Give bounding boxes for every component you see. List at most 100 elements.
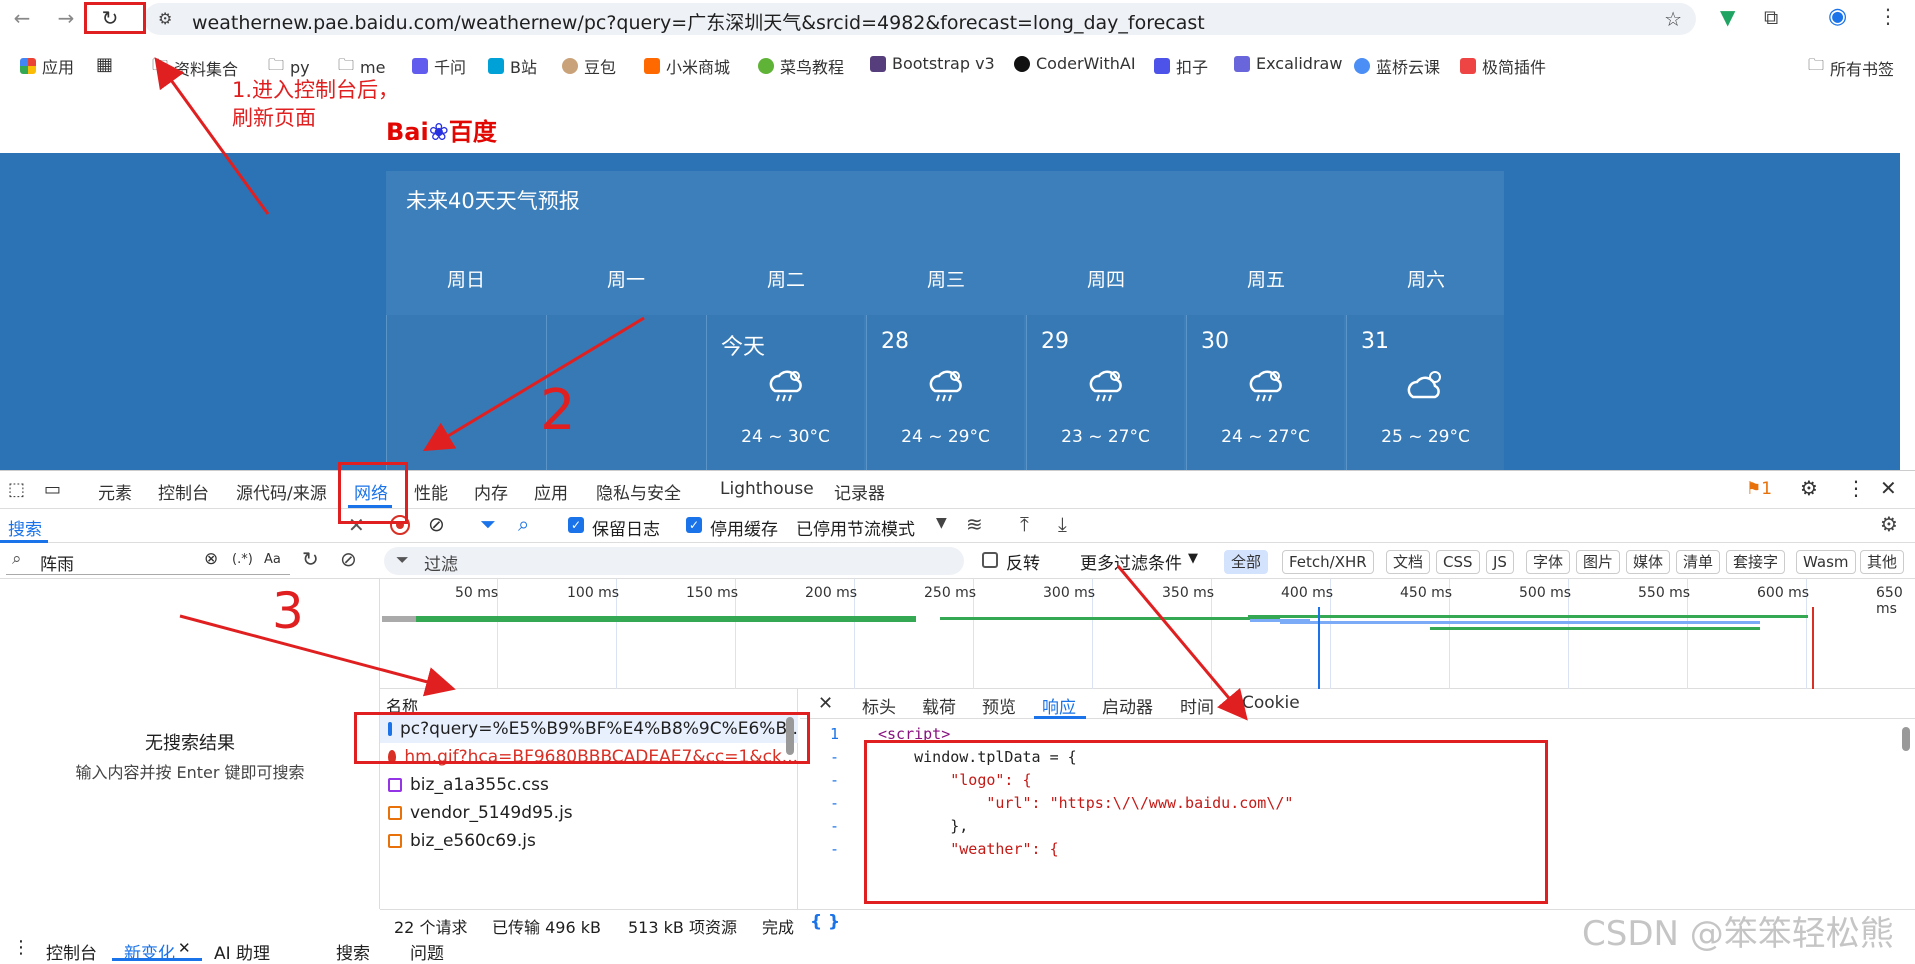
more-filters-dropdown[interactable]: 更多过滤条件 (1080, 549, 1182, 574)
more-options-icon[interactable]: ⋮ (1846, 476, 1866, 500)
bookmark-xiaomi[interactable]: 小米商城 (644, 54, 730, 78)
tab-lighthouse[interactable]: Lighthouse (720, 479, 814, 499)
day-cell[interactable]: 29 23 ~ 27°C (1026, 315, 1184, 470)
extensions-icon[interactable]: ⧉ (1764, 5, 1778, 29)
tab-application[interactable]: 应用 (534, 479, 568, 504)
back-icon[interactable]: ← (10, 6, 34, 30)
settings-icon[interactable]: ⚙ (1800, 476, 1818, 500)
refresh-search-icon[interactable]: ↻ (302, 547, 319, 571)
tab-preview[interactable]: 预览 (982, 693, 1016, 718)
type-filter-media[interactable]: 媒体 (1626, 550, 1671, 574)
bookmark-bootstrap[interactable]: Bootstrap v3 (870, 54, 995, 73)
browser-menu-icon[interactable]: ⋮ (1878, 4, 1898, 28)
response-scroll-thumb[interactable] (1902, 727, 1910, 751)
drawer-menu-icon[interactable]: ⋮ (12, 937, 30, 958)
bookmark-lanqiao[interactable]: 蓝桥云课 (1354, 54, 1440, 78)
tab-privacy-security[interactable]: 隐私与安全 (596, 479, 681, 504)
bookmark-apps[interactable]: 应用 (20, 54, 74, 78)
bookmark-qianwen[interactable]: 千问 (412, 54, 466, 78)
disable-cache-checkbox[interactable]: ✓ (686, 517, 702, 533)
throttle-select[interactable]: 已停用节流模式 (796, 515, 915, 540)
day-cell[interactable]: 31 25 ~ 29°C (1346, 315, 1504, 470)
search-panel-tab[interactable]: 搜索 (8, 515, 42, 540)
type-filter-socket[interactable]: 套接字 (1726, 550, 1786, 574)
bookmark-excalidraw[interactable]: Excalidraw (1234, 54, 1342, 73)
pretty-print-icon[interactable]: { } (810, 912, 840, 932)
network-conditions-icon[interactable]: ≋ (966, 512, 983, 536)
drawer-tab-search[interactable]: 搜索 (336, 939, 370, 964)
tab-timing[interactable]: 时间 (1180, 693, 1214, 718)
vue-extension-icon[interactable]: ▼ (1720, 5, 1735, 29)
close-detail-icon[interactable]: ✕ (818, 693, 833, 714)
inspect-element-icon[interactable]: ⬚ (8, 479, 25, 500)
network-settings-icon[interactable]: ⚙ (1880, 512, 1898, 536)
filter-icon[interactable]: ⏷ (480, 512, 496, 536)
drawer-tab-ai[interactable]: AI 助理 (214, 939, 270, 964)
issues-badge[interactable]: ⚑1 (1746, 479, 1772, 499)
tab-recorder[interactable]: 记录器 (834, 479, 885, 504)
bookmark-runoob[interactable]: 菜鸟教程 (758, 54, 844, 78)
type-filter-img[interactable]: 图片 (1576, 550, 1621, 574)
clear-search-results-icon[interactable]: ⊘ (340, 547, 357, 571)
search-input[interactable]: ⌕ 阵雨 ⊗ (.*) Aa (6, 547, 290, 575)
url-text[interactable]: weathernew.pae.baidu.com/weathernew/pc?q… (192, 8, 1205, 35)
export-har-icon[interactable]: ⤓ (1058, 512, 1067, 536)
day-cell[interactable]: 28 24 ~ 29°C (866, 315, 1024, 470)
clear-icon[interactable]: ⊘ (428, 512, 445, 536)
search-icon[interactable]: ⌕ (518, 512, 529, 536)
bookmark-doubao[interactable]: 豆包 (562, 54, 616, 78)
tab-initiator[interactable]: 启动器 (1102, 693, 1153, 718)
type-filter-all[interactable]: 全部 (1224, 550, 1269, 574)
invert-checkbox[interactable] (982, 552, 998, 568)
tab-response[interactable]: 响应 (1042, 693, 1076, 718)
chevron-down-icon[interactable]: ▼ (1188, 551, 1198, 566)
type-filter-wasm[interactable]: Wasm (1796, 550, 1856, 574)
match-case-toggle[interactable]: Aa (264, 552, 281, 567)
bookmark-coderwithai[interactable]: CoderWithAI (1014, 54, 1136, 73)
tab-elements[interactable]: 元素 (98, 479, 132, 504)
type-filter-fetch[interactable]: Fetch/XHR (1282, 550, 1374, 574)
network-timeline[interactable]: 50 ms 100 ms 150 ms 200 ms 250 ms 300 ms… (380, 579, 1915, 689)
tab-console[interactable]: 控制台 (158, 479, 209, 504)
tab-performance[interactable]: 性能 (414, 479, 448, 504)
type-filter-js[interactable]: JS (1486, 550, 1514, 574)
type-filter-font[interactable]: 字体 (1526, 550, 1571, 574)
profile-icon[interactable]: ◉ (1828, 4, 1847, 29)
bookmark-kouzi[interactable]: 扣子 (1154, 54, 1208, 78)
forward-icon[interactable]: → (54, 6, 78, 30)
request-row[interactable]: biz_a1a355c.css (380, 771, 798, 799)
import-har-icon[interactable]: ⤒ (1020, 512, 1029, 536)
bookmark-folder-ziliao[interactable]: 🗀 资料集合 (152, 54, 238, 81)
close-devtools-icon[interactable]: ✕ (1880, 476, 1897, 500)
bookmark-bilibili[interactable]: B站 (488, 54, 537, 78)
tab-payload[interactable]: 载荷 (922, 693, 956, 718)
device-toolbar-icon[interactable]: ▭ (44, 479, 61, 500)
tab-cookie[interactable]: Cookie (1242, 693, 1300, 713)
bookmark-all[interactable]: 🗀 所有书签 (1808, 54, 1894, 81)
tab-headers[interactable]: 标头 (862, 693, 896, 718)
request-row[interactable]: vendor_5149d95.js (380, 799, 798, 827)
address-bar[interactable]: ⚙ weathernew.pae.baidu.com/weathernew/pc… (144, 3, 1696, 35)
type-filter-manifest[interactable]: 清单 (1676, 550, 1721, 574)
drawer-tab-console[interactable]: 控制台 (46, 939, 97, 964)
clear-search-icon[interactable]: ⊗ (204, 549, 218, 569)
type-filter-css[interactable]: CSS (1436, 550, 1480, 574)
grid-icon[interactable]: ▦ (96, 54, 113, 75)
preserve-log-checkbox[interactable]: ✓ (568, 517, 584, 533)
filter-input[interactable]: ⏷ 过滤 (384, 547, 964, 575)
chevron-down-icon[interactable]: ▼ (936, 515, 947, 531)
type-filter-other[interactable]: 其他 (1860, 550, 1905, 574)
day-cell[interactable]: 今天 24 ~ 30°C (706, 315, 864, 470)
drawer-tab-issues[interactable]: 问题 (410, 939, 444, 964)
day-cell[interactable]: 30 24 ~ 27°C (1186, 315, 1344, 470)
tab-sources[interactable]: 源代码/来源 (236, 479, 327, 504)
site-info-icon[interactable]: ⚙ (158, 9, 172, 28)
regex-toggle[interactable]: (.*) (232, 552, 253, 567)
bookmark-star-icon[interactable]: ☆ (1664, 7, 1682, 31)
close-whats-new-icon[interactable]: ✕ (178, 939, 191, 957)
baidu-logo[interactable]: Bai❀百度 (386, 112, 497, 147)
request-row[interactable]: biz_e560c69.js (380, 827, 798, 855)
bookmark-jijian[interactable]: 极简插件 (1460, 54, 1546, 78)
type-filter-doc[interactable]: 文档 (1386, 550, 1431, 574)
tab-memory[interactable]: 内存 (474, 479, 508, 504)
